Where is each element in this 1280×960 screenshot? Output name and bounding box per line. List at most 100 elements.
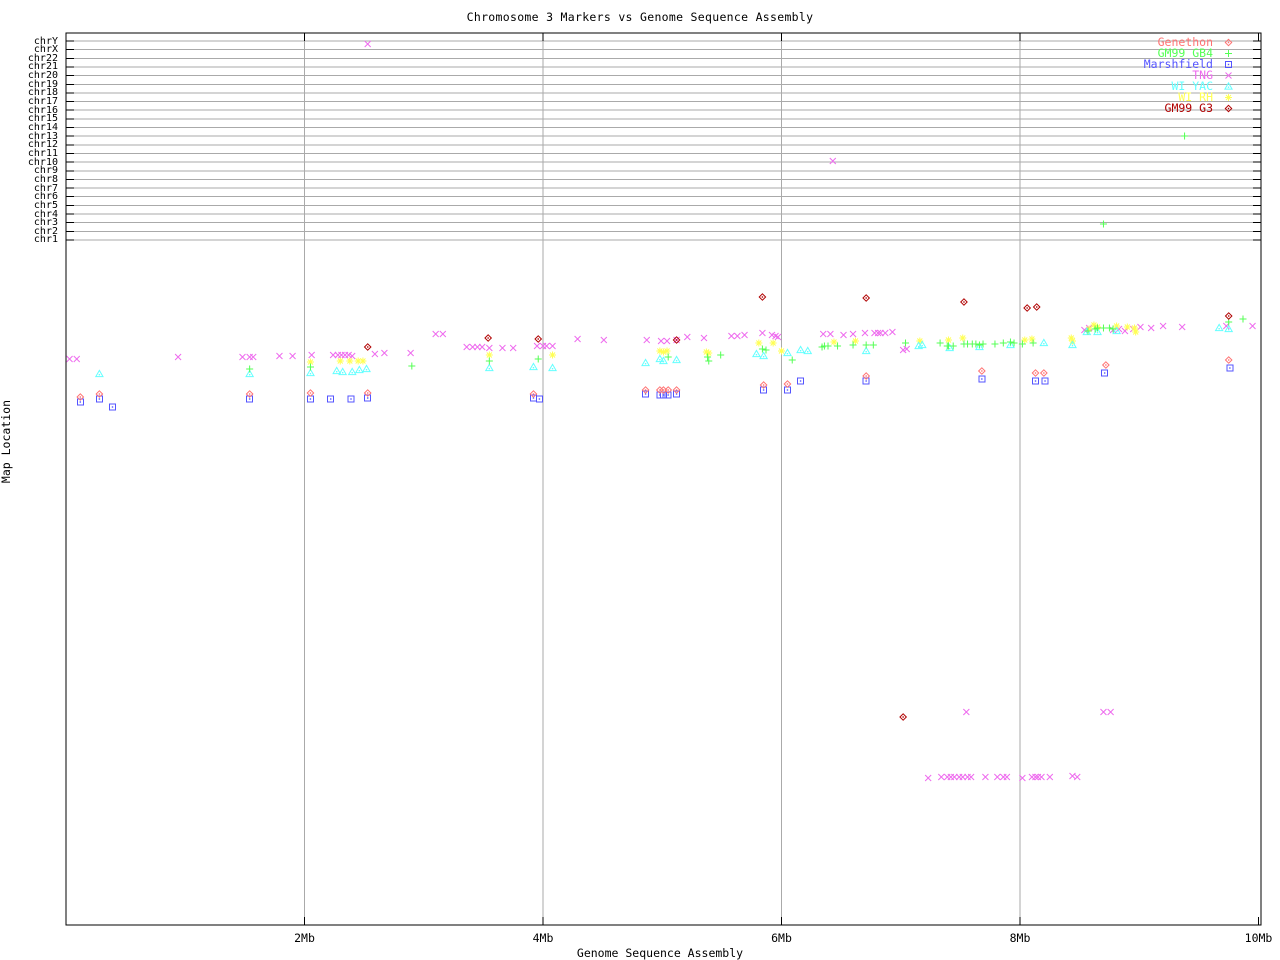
legend-label: GM99 G3 — [1164, 101, 1213, 115]
marker-tng — [1003, 773, 1011, 781]
marker-gm99-gb4 — [1239, 315, 1247, 323]
legend-item-marshfield: Marshfield — [1144, 58, 1236, 70]
marker-gm99-g3 — [534, 335, 543, 343]
marker-wi-yac — [338, 367, 348, 376]
marker-wi-rh — [1132, 328, 1140, 336]
marker-wi-yac — [641, 358, 651, 367]
marker-marshfield — [797, 377, 805, 385]
marker-gm99-gb4 — [534, 355, 542, 363]
marker-gm99-gb4 — [824, 342, 832, 350]
marker-tng — [657, 337, 665, 345]
marker-tng — [549, 342, 556, 350]
marker-wi-rh — [346, 357, 354, 365]
marker-tng — [73, 355, 81, 363]
marker-marshfield — [347, 395, 355, 403]
marker-tng — [1159, 322, 1167, 330]
y-tick-label-chr1: chr1 — [33, 234, 58, 246]
marker-wi-yac — [362, 364, 371, 373]
marker-tng — [1107, 708, 1114, 716]
marker-tng — [439, 330, 447, 338]
marker-tng — [1046, 773, 1054, 781]
marker-tng — [364, 40, 372, 48]
marker-marshfield — [529, 394, 537, 402]
marker-wi-yac — [672, 355, 682, 364]
marker-tng — [533, 342, 541, 350]
marker-gm99-g3 — [862, 294, 871, 302]
marker-gm99-gb4 — [869, 341, 877, 349]
triangle-dot-icon — [1224, 81, 1233, 90]
marker-wi-rh — [1028, 335, 1036, 343]
marker-gm99-g3 — [899, 713, 908, 721]
marker-marshfield — [535, 395, 543, 403]
marker-wi-rh — [663, 347, 671, 355]
marker-wi-yac — [484, 363, 494, 372]
marker-wi-rh — [769, 339, 777, 347]
marker-gm99-gb4 — [991, 340, 999, 348]
marker-tng — [937, 773, 945, 781]
marker-gm99-gb4 — [717, 351, 725, 359]
series-tng — [66, 40, 1256, 782]
marker-tng — [827, 330, 834, 338]
marker-tng — [759, 329, 766, 337]
marker-gm99-gb4 — [972, 340, 980, 348]
marker-tng — [663, 337, 671, 345]
marker-wi-yac — [796, 345, 806, 354]
marker-genethon — [306, 389, 315, 397]
marker-genethon — [1031, 369, 1040, 377]
marker-gm99-gb4 — [1010, 339, 1018, 347]
marker-wi-yac — [548, 363, 558, 372]
marker-wi-rh — [944, 336, 952, 344]
marker-wi-rh — [1113, 322, 1121, 330]
marker-wi-yac — [1039, 338, 1049, 347]
marker-genethon — [783, 380, 792, 388]
marker-tng — [509, 344, 517, 352]
marker-marshfield — [1226, 364, 1234, 372]
asterisk-icon — [1225, 94, 1232, 101]
marker-gm99-g3 — [758, 293, 767, 301]
marker-tng — [962, 708, 970, 716]
marker-wi-yac — [332, 366, 342, 375]
marker-gm99-gb4 — [788, 356, 796, 364]
marker-wi-yac — [347, 367, 357, 376]
marker-wi-rh — [959, 334, 967, 342]
marker-tng — [381, 349, 388, 357]
marker-tng — [982, 773, 989, 781]
marker-tng — [543, 342, 550, 350]
marker-wi-rh — [705, 349, 713, 357]
marker-tng — [463, 343, 471, 351]
marker-tng — [1249, 322, 1256, 330]
marker-genethon — [672, 386, 681, 394]
marker-tng — [683, 333, 691, 341]
marker-wi-yac — [658, 356, 668, 365]
marker-tng — [600, 336, 608, 344]
marker-gm99-gb4 — [949, 342, 957, 350]
marker-tng — [308, 351, 316, 359]
marker-marshfield — [673, 390, 681, 398]
marker-gm99-g3 — [363, 343, 372, 351]
marker-gm99-gb4 — [1099, 220, 1107, 228]
marker-gm99-g3 — [960, 298, 968, 306]
marker-wi-yac — [751, 349, 761, 358]
plot-canvas — [65, 32, 1262, 926]
marker-tng — [924, 774, 932, 782]
diamond-dot-icon — [1224, 38, 1233, 47]
plus-icon — [1225, 50, 1232, 57]
marker-tng — [289, 352, 296, 360]
marker-tng — [371, 350, 379, 358]
marker-wi-yac — [782, 348, 792, 357]
marker-wi-yac — [528, 362, 538, 371]
marker-tng — [734, 332, 741, 340]
marker-gm99-gb4 — [902, 339, 910, 347]
marker-tng — [249, 353, 257, 361]
x-tick-label-4Mb: 4Mb — [532, 931, 554, 945]
marker-tng — [499, 344, 506, 352]
marker-gm99-gb4 — [246, 365, 254, 373]
marker-wi-rh — [485, 351, 493, 359]
marker-tng — [840, 331, 847, 339]
marker-genethon — [977, 367, 986, 375]
x-tick-label-2Mb: 2Mb — [294, 931, 315, 945]
marker-tng — [881, 329, 889, 337]
marker-wi-rh — [336, 357, 344, 365]
marker-wi-yac — [94, 369, 104, 378]
marker-wi-yac — [354, 365, 364, 374]
